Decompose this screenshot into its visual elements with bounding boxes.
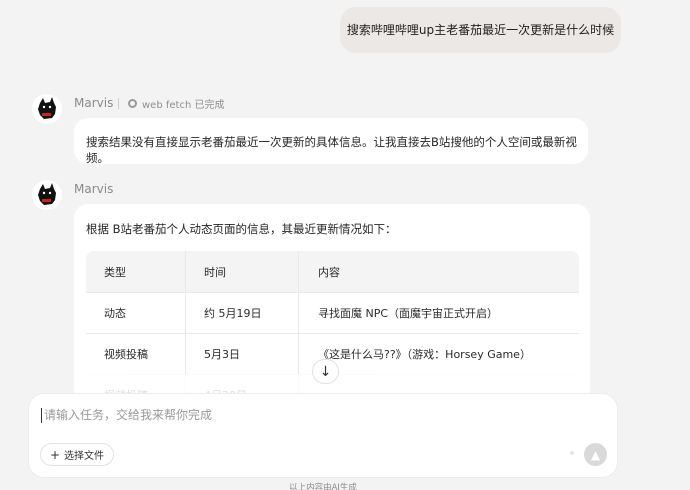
composer: 请输入任务，交给我来帮你完成 + 选择文件 ▲ [28, 393, 618, 478]
arrow-up-icon: ▲ [590, 447, 601, 462]
wolf-avatar-icon [32, 94, 62, 124]
message-intro: 根据 B站老番茄个人动态页面的信息，其最近更新情况如下： [86, 222, 397, 236]
sender-name: Marvis [74, 182, 114, 196]
scroll-to-bottom-button[interactable]: ↓ [312, 359, 339, 384]
update-table: 类型 时间 内容 动态 约 5月19日 寻找面魔 NPC（面魔宇宙正式开启） 视… [86, 251, 579, 415]
ai-disclaimer: 以上内容由AI生成 [289, 483, 357, 490]
status-circle-icon [128, 99, 137, 108]
tool-status: web fetch 已完成 [118, 96, 224, 111]
table-header-row: 类型 时间 内容 [86, 251, 579, 292]
row-time: 约 5月19日 [186, 293, 299, 333]
header-content: 内容 [318, 265, 340, 279]
user-message-bubble: 搜索哔哩哔哩up主老番茄最近一次更新是什么时候 [340, 7, 621, 53]
header-time: 时间 [186, 251, 299, 292]
mic-icon[interactable] [570, 451, 574, 455]
select-file-button[interactable]: + 选择文件 [40, 443, 115, 466]
wolf-avatar-icon [32, 180, 62, 210]
row-content: 《这是什么马??》（游戏：Horsey Game） [318, 348, 531, 361]
arrow-down-icon: ↓ [319, 363, 332, 380]
table-row: 动态 约 5月19日 寻找面魔 NPC（面魔宇宙正式开启） [86, 292, 579, 333]
header-type: 类型 [86, 251, 186, 292]
row-time: 5月3日 [186, 334, 299, 374]
divider [118, 98, 119, 109]
task-input[interactable]: 请输入任务，交给我来帮你完成 [41, 408, 212, 423]
row-content: 寻找面魔 NPC（面魔宇宙正式开启） [318, 307, 499, 320]
tool-status-text: web fetch 已完成 [142, 100, 225, 111]
marvis-avatar [32, 180, 62, 210]
message-text: 搜索结果没有直接显示老番茄最近一次更新的具体信息。让我直接去B站搜他的个人空间或… [86, 135, 577, 165]
message-card: 搜索结果没有直接显示老番茄最近一次更新的具体信息。让我直接去B站搜他的个人空间或… [74, 118, 588, 165]
select-file-label: 选择文件 [64, 451, 105, 462]
plus-icon: + [50, 447, 61, 462]
send-button[interactable]: ▲ [584, 443, 607, 466]
marvis-avatar [32, 94, 62, 124]
sender-name: Marvis [74, 96, 114, 110]
row-type: 动态 [86, 293, 186, 333]
row-type: 视频投稿 [86, 334, 186, 374]
